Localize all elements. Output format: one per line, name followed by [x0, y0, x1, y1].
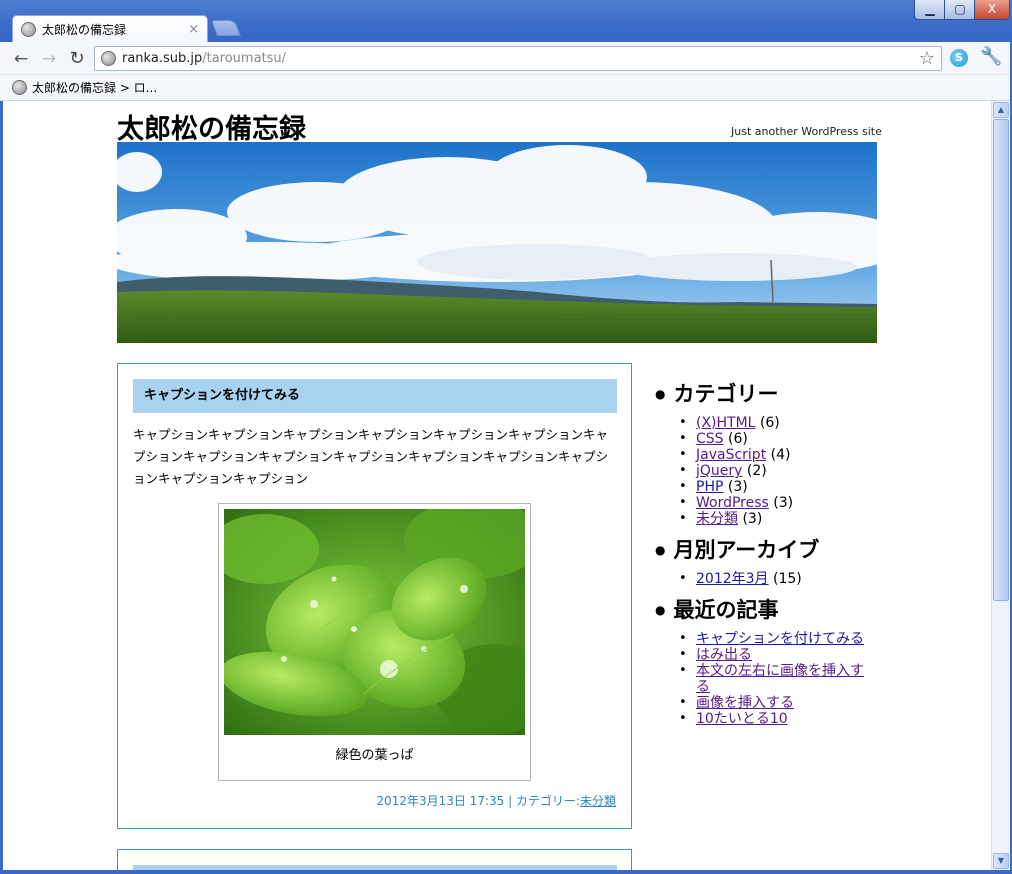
category-link-javascript[interactable]: JavaScript [696, 447, 766, 463]
vertical-scrollbar[interactable]: ▲ ▼ [991, 101, 1010, 870]
wrench-icon[interactable]: 🔧 [980, 46, 1002, 67]
post-category-link[interactable]: 未分類 [580, 794, 616, 808]
post-figure: 緑色の葉っぱ [218, 503, 531, 781]
post-date: 2012年3月13日 17:35 | カテゴリー: [376, 794, 580, 808]
widget-title: ● 月別アーカイブ [655, 538, 820, 562]
forward-arrow-icon[interactable]: → [38, 48, 60, 70]
figure-caption: 緑色の葉っぱ [335, 748, 414, 763]
recent-post-link[interactable]: 本文の左右に画像を挿入する [696, 663, 876, 695]
category-link-php[interactable]: PHP [696, 479, 723, 495]
close-window-button[interactable]: X [974, 0, 1010, 20]
recent-post-link[interactable]: キャプションを付けてみる [696, 631, 864, 647]
archive-link[interactable]: 2012年3月 [696, 571, 769, 587]
category-item: JavaScript (4) [679, 447, 905, 463]
archive-item: 2012年3月 (15) [679, 571, 905, 587]
bookmark-bar: 太郎松の備忘録 > ロ... [0, 75, 1012, 101]
url-host: ranka.sub.jp [122, 51, 203, 66]
leaf-photo [224, 509, 525, 735]
post-article-next [117, 849, 632, 870]
widget-title: ● カテゴリー [655, 382, 779, 406]
scrollbar-thumb[interactable] [993, 119, 1009, 601]
page-viewport: 太郎松の備忘録 Just another WordPress site キャプシ… [3, 101, 991, 870]
category-item: 未分類 (3) [679, 511, 905, 527]
category-item: CSS (6) [679, 431, 905, 447]
header-image [117, 142, 877, 343]
minimize-button[interactable]: ▁ [914, 0, 946, 20]
recent-post-item: はみ出る [679, 647, 905, 663]
site-title[interactable]: 太郎松の備忘録 [117, 107, 306, 146]
widget-archives: ●月別アーカイブ 2012年3月 (15) [655, 535, 905, 587]
close-tab-icon[interactable]: × [188, 22, 199, 37]
recent-post-link[interactable]: 10たいとる10 [696, 711, 788, 727]
category-link-css[interactable]: CSS [696, 431, 724, 447]
post-title[interactable]: キャプションを付けてみる [133, 379, 617, 413]
category-item: jQuery (2) [679, 463, 905, 479]
reload-icon[interactable]: ↻ [66, 48, 88, 70]
recent-post-link[interactable]: 画像を挿入する [696, 695, 794, 711]
category-link-jquery[interactable]: jQuery [696, 463, 742, 479]
skype-extension-icon[interactable]: S [950, 49, 968, 67]
category-item: WordPress (3) [679, 495, 905, 511]
recent-post-item: 10たいとる10 [679, 711, 905, 727]
category-item: PHP (3) [679, 479, 905, 495]
category-item: (X)HTML (6) [679, 415, 905, 431]
scroll-up-arrow-icon[interactable]: ▲ [993, 102, 1009, 118]
recent-post-link[interactable]: はみ出る [696, 647, 752, 663]
tab-title: 太郎松の備忘録 [42, 23, 127, 37]
page-globe-icon [101, 51, 116, 66]
post-body: キャプションキャプションキャプションキャプションキャプションキャプションキャプシ… [133, 427, 609, 486]
url-path: /taroumatsu/ [202, 51, 287, 66]
category-link-uncategorized[interactable]: 未分類 [696, 511, 738, 527]
post-meta: 2012年3月13日 17:35 | カテゴリー:未分類 [376, 792, 616, 809]
site-description: Just another WordPress site [731, 125, 882, 138]
window-frame-bottom [0, 870, 1012, 874]
recent-post-item: キャプションを付けてみる [679, 631, 905, 647]
browser-toolbar: ← → ↻ ranka.sub.jp/taroumatsu/ ☆ [0, 42, 1012, 75]
bookmark-item[interactable]: 太郎松の備忘録 > ロ... [32, 79, 157, 96]
widget-recent-posts: ●最近の記事 キャプションを付けてみる はみ出る 本文の左右に画像を挿入する 画… [655, 595, 905, 727]
maximize-button[interactable]: ▢ [944, 0, 976, 20]
bookmark-star-icon[interactable]: ☆ [919, 48, 935, 69]
recent-post-item: 本文の左右に画像を挿入する [679, 663, 905, 695]
widget-title: ● 最近の記事 [655, 598, 779, 622]
category-link-wordpress[interactable]: WordPress [696, 495, 769, 511]
browser-tab[interactable]: 太郎松の備忘録 × [12, 15, 208, 43]
category-link-xhtml[interactable]: (X)HTML [696, 415, 755, 431]
address-bar[interactable]: ranka.sub.jp/taroumatsu/ ☆ [94, 46, 942, 71]
scroll-down-arrow-icon[interactable]: ▼ [993, 853, 1009, 869]
window-frame-left [0, 101, 3, 874]
post-article: キャプションを付けてみる キャプションキャプションキャプションキャプションキャプ… [117, 363, 632, 829]
widget-categories: ●カテゴリー (X)HTML (6) CSS (6) JavaScript (4… [655, 379, 905, 527]
back-arrow-icon[interactable]: ← [10, 48, 32, 70]
bookmark-globe-icon [12, 80, 27, 95]
globe-icon [21, 22, 36, 37]
sidebar: ●カテゴリー (X)HTML (6) CSS (6) JavaScript (4… [655, 379, 905, 735]
recent-post-item: 画像を挿入する [679, 695, 905, 711]
